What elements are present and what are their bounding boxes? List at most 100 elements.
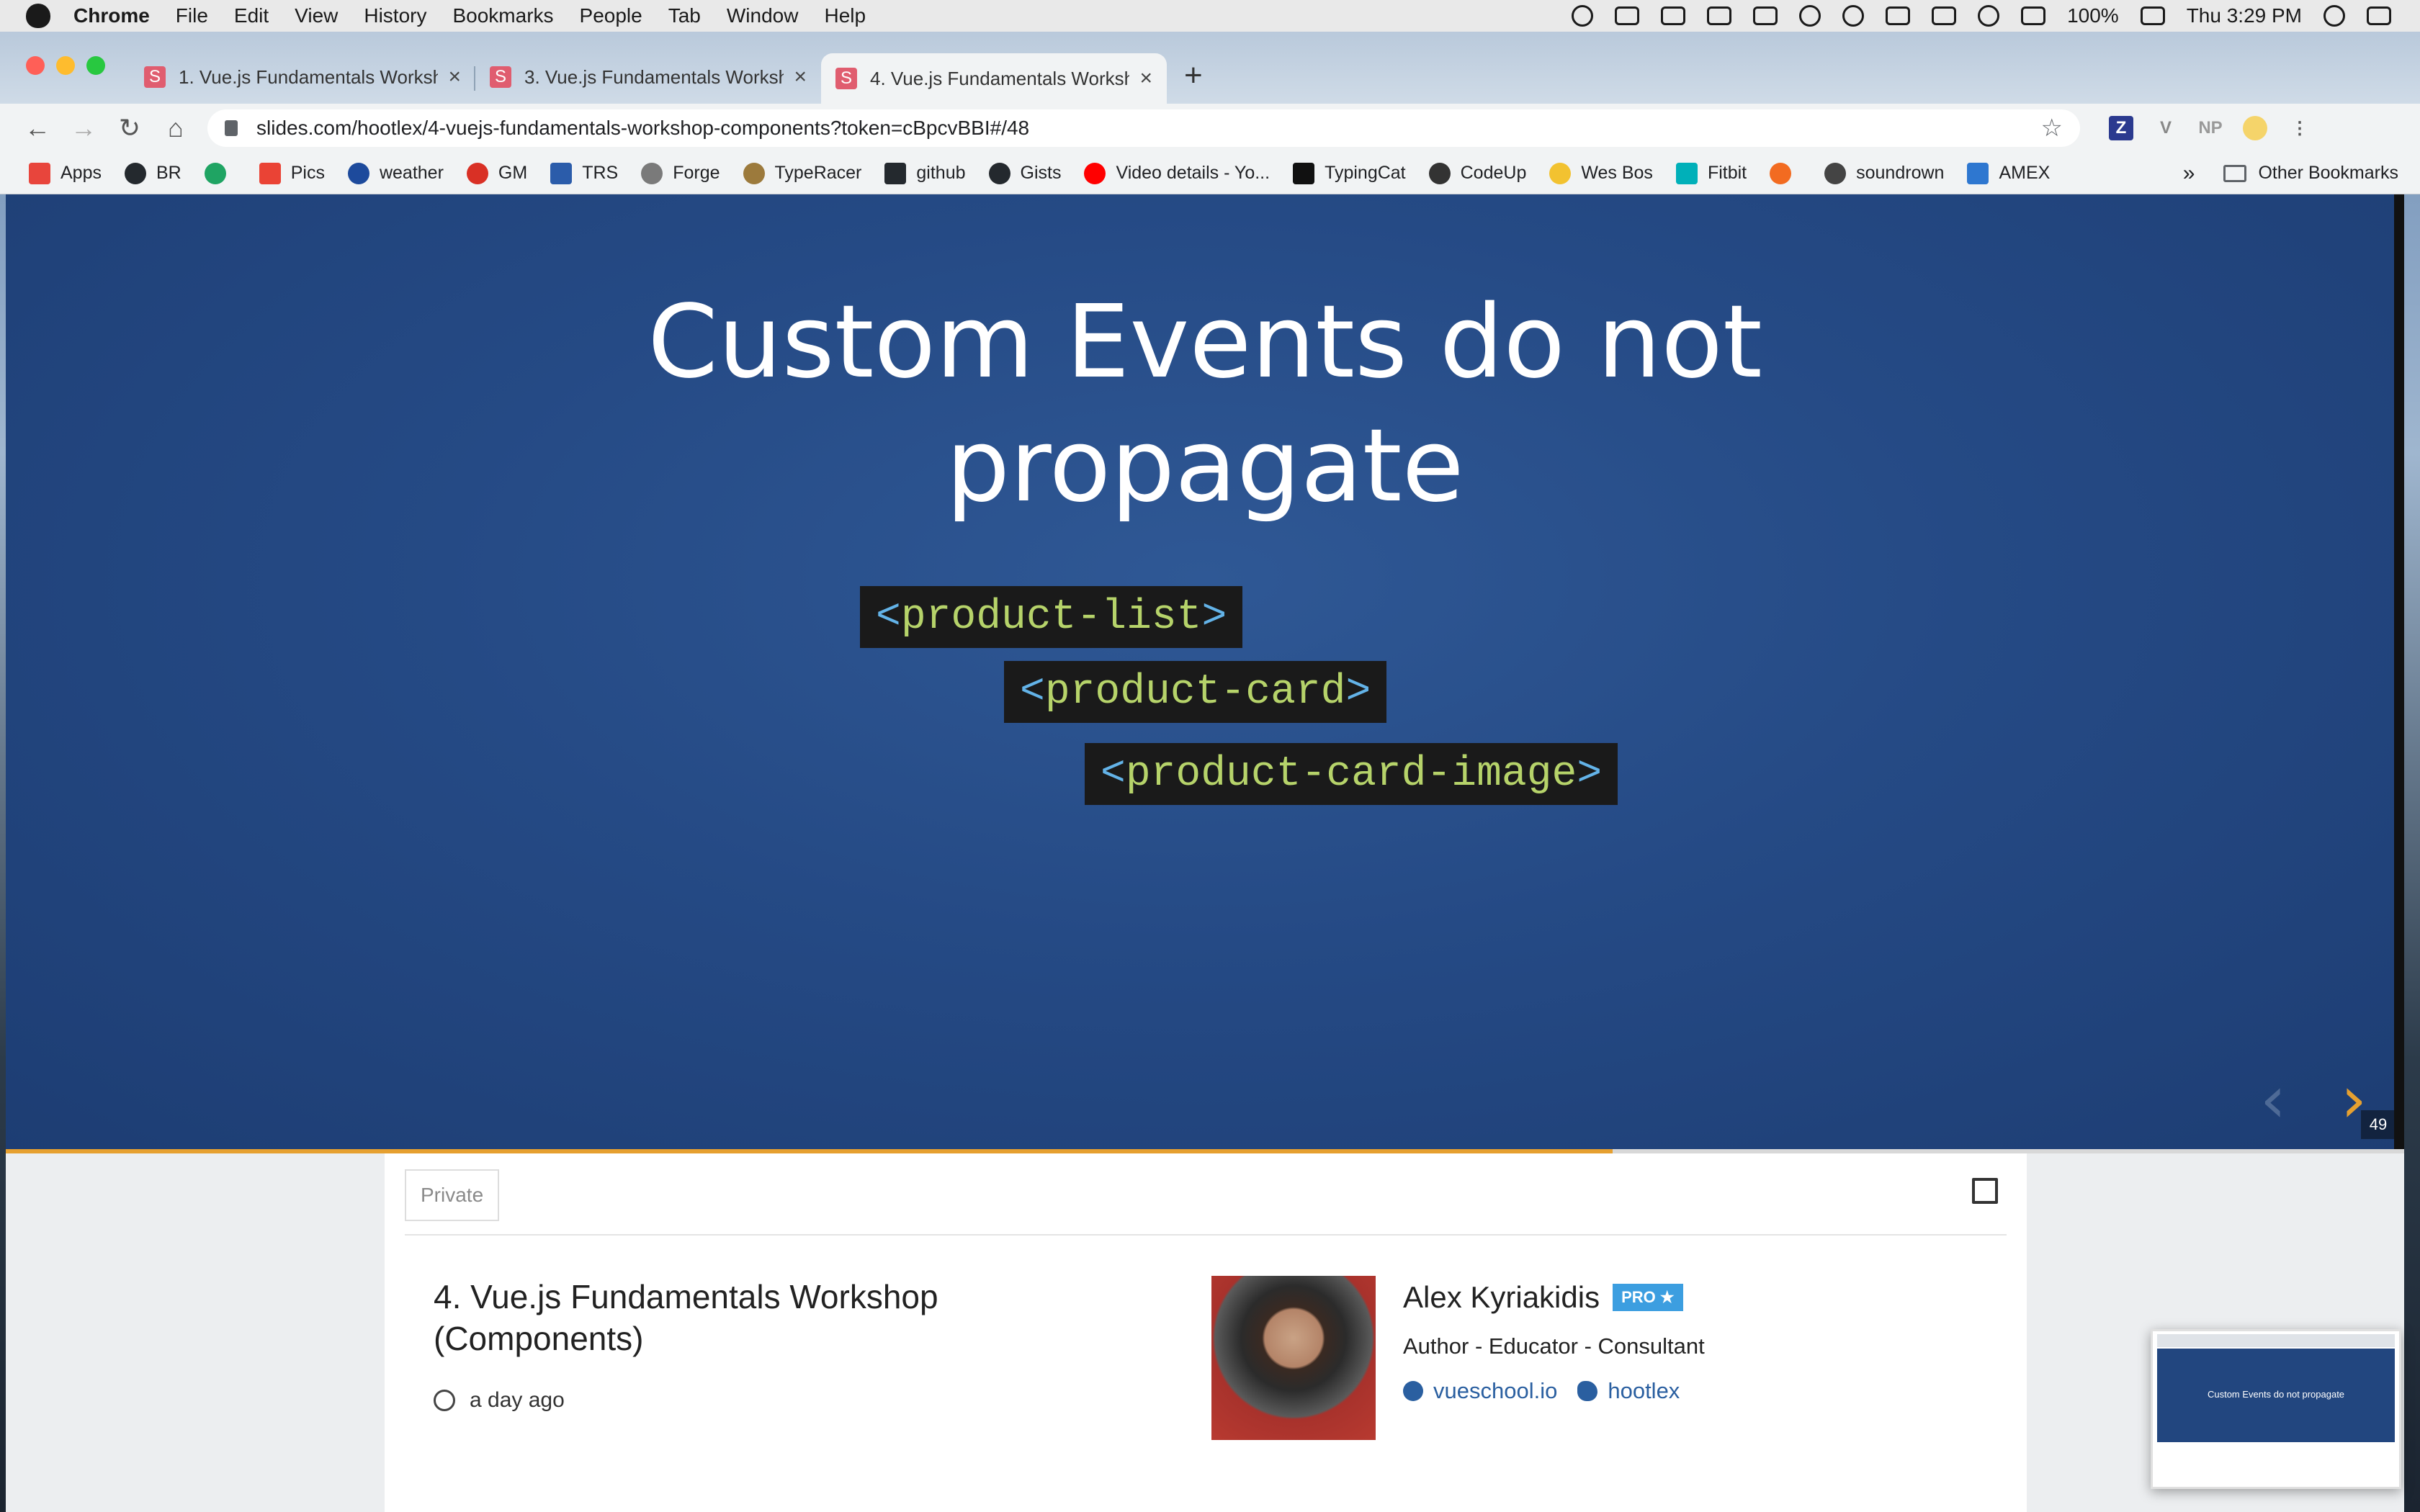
menu-tab[interactable]: Tab xyxy=(668,4,701,27)
bookmark-favicon-icon xyxy=(1824,162,1847,184)
audio-meter-icon[interactable] xyxy=(1707,6,1732,25)
keyboard-icon[interactable] xyxy=(1932,6,1957,25)
vue-devtools-extension-icon[interactable]: V xyxy=(2154,116,2178,140)
deck-info-panel: Private 4. Vue.js Fundamentals Workshop … xyxy=(385,1153,2027,1512)
lock-icon[interactable] xyxy=(225,120,238,136)
bookmark-item[interactable]: AMEX xyxy=(1967,162,2050,184)
back-button[interactable]: ← xyxy=(14,113,60,143)
vectorworks-icon[interactable] xyxy=(1661,6,1686,25)
bookmark-item[interactable]: TypingCat xyxy=(1293,162,1406,184)
bookmark-favicon-icon xyxy=(884,162,907,184)
menu-app-name[interactable]: Chrome xyxy=(73,4,150,27)
desktop: Chrome File Edit View History Bookmarks … xyxy=(0,0,2420,1512)
bookmark-item[interactable] xyxy=(1770,162,1801,184)
bookmark-favicon-icon xyxy=(641,162,663,184)
bookmark-label: TypingCat xyxy=(1325,163,1406,183)
menu-edit[interactable]: Edit xyxy=(234,4,269,27)
bookmark-label: Pics xyxy=(290,163,325,183)
close-tab-icon[interactable]: × xyxy=(1139,66,1152,91)
bookmark-item[interactable]: CodeUp xyxy=(1428,162,1526,184)
slides-favicon-icon: S xyxy=(490,66,511,88)
bookmark-item[interactable] xyxy=(204,162,236,184)
menu-history[interactable]: History xyxy=(364,4,426,27)
bookmark-item[interactable]: weather xyxy=(347,162,444,184)
twitter-icon xyxy=(1577,1381,1598,1401)
chrome-menu-icon[interactable]: ⋮ xyxy=(2287,116,2312,140)
new-tab-button[interactable]: + xyxy=(1184,58,1203,94)
time-machine-icon[interactable] xyxy=(1842,5,1865,27)
close-tab-icon[interactable]: × xyxy=(794,65,807,89)
tab-title: 4. Vue.js Fundamentals Worksh xyxy=(870,67,1130,89)
bookmark-favicon-icon xyxy=(1428,162,1451,184)
zoom-window-button[interactable] xyxy=(86,56,105,75)
bookmark-item[interactable]: Forge xyxy=(641,162,720,184)
menu-file[interactable]: File xyxy=(176,4,208,27)
slide-scrollbar[interactable] xyxy=(2394,194,2404,1152)
bookmark-item[interactable]: soundrown xyxy=(1824,162,1944,184)
bookmark-item[interactable]: Gists xyxy=(988,162,1061,184)
bookmark-item[interactable]: TRS xyxy=(550,162,619,184)
bookmarks-overflow-button[interactable]: » xyxy=(2183,161,2195,186)
fullscreen-icon[interactable] xyxy=(1972,1178,1998,1204)
bookmark-item[interactable]: Video details - Yo... xyxy=(1084,162,1270,184)
home-button[interactable]: ⌂ xyxy=(153,113,199,143)
notification-center-icon[interactable] xyxy=(2367,6,2391,25)
bookmark-favicon-icon xyxy=(988,162,1010,184)
slide-title-line: Custom Events do not xyxy=(647,284,1762,401)
tab-1[interactable]: S 1. Vue.js Fundamentals Worksh × xyxy=(130,53,475,101)
close-tab-icon[interactable]: × xyxy=(448,65,461,89)
bookmark-item[interactable]: BR xyxy=(124,162,182,184)
glasses-icon[interactable] xyxy=(1753,6,1778,25)
other-bookmarks-folder[interactable]: Other Bookmarks xyxy=(2223,163,2398,184)
address-bar[interactable]: slides.com/hootlex/4-vuejs-fundamentals-… xyxy=(207,109,2080,147)
bookmark-item[interactable]: github xyxy=(884,162,966,184)
twitter-link[interactable]: hootlex xyxy=(1577,1378,1680,1404)
bookmark-item[interactable]: Pics xyxy=(259,162,325,184)
docker-icon[interactable] xyxy=(1615,6,1640,25)
bookmark-item[interactable]: Wes Bos xyxy=(1549,162,1653,184)
pro-badge: PRO ★ xyxy=(1613,1284,1683,1311)
zotero-extension-icon[interactable]: Z xyxy=(2109,116,2133,140)
bluetooth-icon[interactable] xyxy=(1886,6,1911,25)
creative-cloud-icon[interactable] xyxy=(1572,5,1594,27)
accessibility-icon[interactable] xyxy=(1799,5,1821,27)
author-name[interactable]: Alex Kyriakidis xyxy=(1403,1280,1600,1315)
bookmark-label: TRS xyxy=(582,163,619,183)
tab-4-active[interactable]: S 4. Vue.js Fundamentals Worksh × xyxy=(821,53,1167,104)
bookmark-star-icon[interactable]: ☆ xyxy=(2041,114,2063,143)
wifi-icon[interactable] xyxy=(1978,5,2000,27)
menubar-clock[interactable]: Thu 3:29 PM xyxy=(2187,4,2302,27)
folder-icon xyxy=(2223,164,2247,182)
author-role: Author - Educator - Consultant xyxy=(1403,1333,1705,1359)
close-window-button[interactable] xyxy=(26,56,45,75)
code-bracket: < xyxy=(1020,668,1045,716)
np-extension-icon[interactable]: NP xyxy=(2198,116,2223,140)
bookmark-item[interactable]: Fitbit xyxy=(1675,162,1747,184)
author-avatar[interactable] xyxy=(1211,1276,1376,1440)
apple-icon[interactable] xyxy=(26,4,50,28)
battery-icon[interactable] xyxy=(2140,6,2165,25)
bookmark-item[interactable]: GM xyxy=(466,162,527,184)
website-link[interactable]: vueschool.io xyxy=(1403,1378,1557,1404)
profile-avatar-icon[interactable] xyxy=(2243,116,2267,140)
menu-people[interactable]: People xyxy=(580,4,642,27)
tab-3[interactable]: S 3. Vue.js Fundamentals Worksh × xyxy=(475,53,821,101)
code-bracket: > xyxy=(1577,750,1603,798)
minimize-window-button[interactable] xyxy=(56,56,75,75)
menu-window[interactable]: Window xyxy=(727,4,799,27)
bookmark-favicon-icon xyxy=(1084,162,1106,184)
code-tag: product-card xyxy=(1044,668,1346,716)
forward-button[interactable]: → xyxy=(60,113,107,143)
spotlight-icon[interactable] xyxy=(2323,5,2345,27)
menu-bookmarks[interactable]: Bookmarks xyxy=(452,4,553,27)
presentation-slide[interactable]: Custom Events do not propagate < product-… xyxy=(6,194,2404,1152)
bookmark-favicon-icon xyxy=(466,162,488,184)
previous-slide-arrow-icon[interactable]: ‹ xyxy=(2260,1062,2286,1138)
bookmark-item[interactable]: TypeRacer xyxy=(743,162,861,184)
reload-button[interactable]: ↻ xyxy=(107,113,153,143)
menu-help[interactable]: Help xyxy=(824,4,866,27)
bookmark-item[interactable]: Apps xyxy=(29,162,102,184)
menu-view[interactable]: View xyxy=(295,4,338,27)
screenshot-thumbnail[interactable]: Custom Events do not propagate xyxy=(2151,1329,2401,1489)
volume-icon[interactable] xyxy=(2021,6,2046,25)
